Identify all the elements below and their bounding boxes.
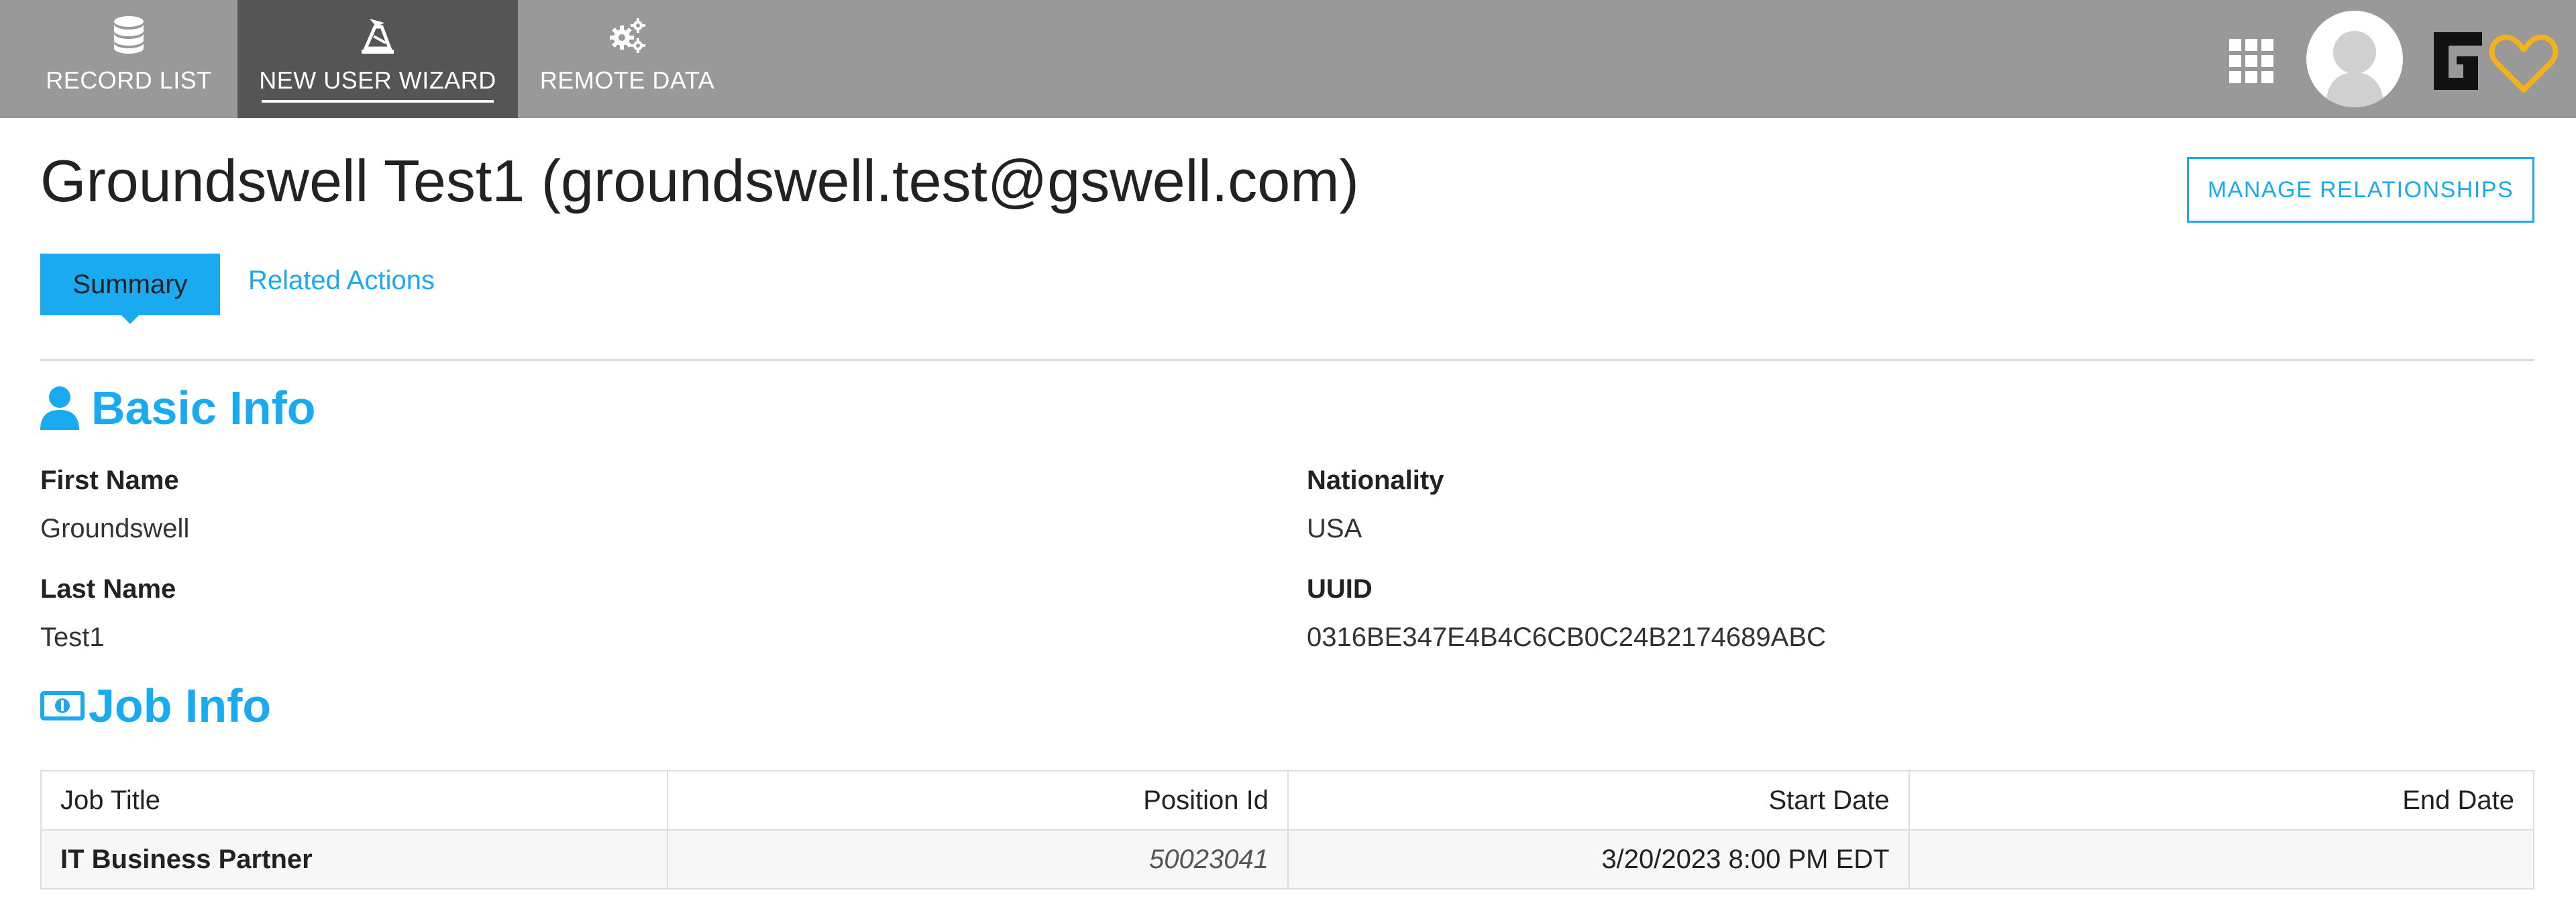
- job-title-cell: IT Business Partner: [40, 829, 668, 890]
- tab-related-actions[interactable]: Related Actions: [248, 266, 435, 296]
- user-icon: [40, 386, 79, 430]
- manage-relationships-button[interactable]: MANAGE RELATIONSHIPS: [2187, 157, 2534, 223]
- column-header-end-date[interactable]: End Date: [1908, 770, 2535, 830]
- nav-tab-label: RECORD LIST: [46, 66, 212, 94]
- column-header-job-title[interactable]: Job Title: [40, 770, 668, 830]
- end-date-cell: [1908, 829, 2535, 890]
- nav-tab-remote-data[interactable]: REMOTE DATA: [525, 0, 730, 118]
- nav-tab-label: REMOTE DATA: [539, 66, 715, 94]
- last-name-value: Test1: [40, 623, 105, 652]
- nav-tab-new-user-wizard[interactable]: NEW USER WIZARD: [237, 0, 518, 118]
- basic-info-heading: Basic Info: [40, 381, 316, 435]
- user-avatar-icon: [2306, 11, 2403, 107]
- table-header-row: Job Title Position Id Start Date End Dat…: [40, 770, 2535, 830]
- start-date-cell: 3/20/2023 8:00 PM EDT: [1287, 829, 1910, 890]
- active-tab-underline: [262, 100, 494, 103]
- groundswell-logo-icon: [2434, 32, 2559, 93]
- basic-info-title: Basic Info: [91, 382, 316, 434]
- first-name-value: Groundswell: [40, 514, 190, 543]
- last-name-label: Last Name: [40, 574, 176, 604]
- nav-tab-record-list[interactable]: RECORD LIST: [27, 0, 231, 118]
- column-header-start-date[interactable]: Start Date: [1287, 770, 1910, 830]
- apps-grid-icon[interactable]: [2229, 39, 2273, 83]
- job-info-heading: Job Info: [40, 679, 271, 733]
- top-nav-bar: RECORD LIST NEW USER WIZARD REMOTE DATA: [0, 0, 2576, 118]
- tab-summary[interactable]: Summary: [40, 254, 220, 324]
- column-header-position-id[interactable]: Position Id: [666, 770, 1289, 830]
- nationality-value: USA: [1307, 514, 1362, 543]
- money-icon: [40, 691, 85, 720]
- first-name-label: First Name: [40, 466, 179, 495]
- nav-tab-label: NEW USER WIZARD: [259, 66, 496, 94]
- uuid-value: 0316BE347E4B4C6CB0C24B2174689ABC: [1307, 623, 1826, 652]
- uuid-label: UUID: [1307, 574, 1373, 604]
- user-avatar[interactable]: [2306, 11, 2403, 107]
- nationality-label: Nationality: [1307, 466, 1444, 495]
- active-tab-caret: [121, 315, 140, 324]
- position-id-cell: 50023041: [666, 829, 1289, 890]
- tab-summary-label: Summary: [72, 269, 188, 299]
- divider: [40, 359, 2534, 361]
- table-row: IT Business Partner 50023041 3/20/2023 8…: [40, 829, 2535, 890]
- job-info-table: Job Title Position Id Start Date End Dat…: [40, 770, 2535, 890]
- wizard-icon: [362, 19, 394, 54]
- database-icon: [114, 16, 144, 54]
- gears-icon: [610, 18, 645, 53]
- page-title: Groundswell Test1 (groundswell.test@gswe…: [40, 148, 1359, 214]
- job-info-title: Job Info: [89, 680, 272, 732]
